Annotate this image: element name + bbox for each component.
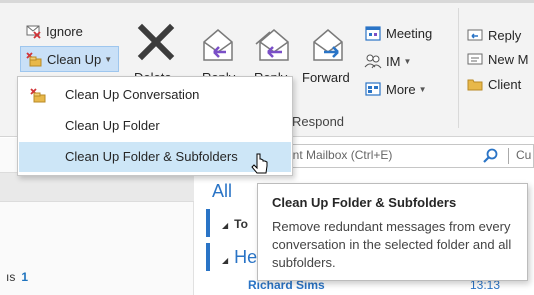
ribbon-top-border [0,0,534,3]
quickstep-new[interactable]: New M [466,50,528,68]
reply-icon [466,26,484,44]
quickstep-reply-label: Reply [488,27,522,43]
meeting-label: Meeting [386,25,433,41]
tab-all[interactable]: All [212,181,232,202]
im-label: IM [386,53,401,69]
tooltip-body: Remove redundant messages from every con… [272,219,512,270]
menu-item-label: Clean Up Conversation [65,87,200,102]
delete-icon [136,22,176,65]
folder-item[interactable]: ıs 1 [6,270,28,284]
meeting-button[interactable]: Meeting [364,24,432,42]
ignore-label: Ignore [46,23,83,39]
group-header[interactable]: ◢ He [222,247,257,268]
menu-item-cleanup-folder[interactable]: Clean Up Folder [19,111,291,141]
ignore-button[interactable]: Ignore [24,22,83,40]
im-button[interactable]: IM ▼ [364,52,411,70]
forward-button[interactable]: Forward [300,10,358,90]
search-divider [508,148,509,164]
quickstep-client-label: Client [488,76,522,92]
expand-icon: ◢ [222,221,229,230]
ignore-icon [24,22,42,40]
chevron-down-icon: ▼ [104,54,113,64]
group-label: He [234,247,258,267]
more-button[interactable]: More ▼ [364,80,427,98]
group-accent-bar [206,209,210,237]
search-icon[interactable] [482,147,500,165]
search-placeholder: ent Mailbox (Ctrl+E) [286,148,393,162]
quickstep-new-label: New M [488,51,529,67]
mouse-cursor-icon [251,152,271,178]
chevron-down-icon: ▼ [403,56,412,66]
expand-icon: ◢ [222,256,229,265]
search-scope-dropdown[interactable]: Cu [516,148,531,162]
menu-item-label: Clean Up Folder [65,118,160,133]
quickstep-reply[interactable]: Reply [466,26,521,44]
group-accent-bar [206,243,210,271]
respond-group-label: Respond [292,114,345,129]
folder-item-label: ıs [6,270,16,284]
im-icon [364,52,382,70]
reply-all-icon [252,26,292,67]
more-label: More [386,81,416,97]
menu-item-cleanup-conversation[interactable]: Clean Up Conversation [19,80,291,110]
meeting-icon [364,24,382,42]
group-header-today[interactable]: ◢ To [222,217,248,231]
tooltip-title: Clean Up Folder & Subfolders [272,195,457,210]
chevron-down-icon: ▼ [418,84,427,94]
forward-icon [310,26,350,67]
menu-item-label: Clean Up Folder & Subfolders [65,149,238,164]
group-divider [458,8,459,128]
email-icon [466,50,484,68]
folder-icon [466,75,484,93]
cleanup-label: Clean Up [47,51,102,67]
reply-icon [200,26,240,67]
tooltip: Clean Up Folder & Subfolders Remove redu… [257,183,528,281]
more-icon [364,80,382,98]
unread-count-badge: 1 [21,270,29,284]
quickstep-client[interactable]: Client [466,75,521,93]
forward-label: Forward [302,70,350,85]
group-label: To [234,217,248,231]
folder-pane-header [0,172,194,202]
cleanup-button[interactable]: Clean Up ▼ [20,46,120,72]
cleanup-icon [25,50,43,68]
cleanup-icon [29,86,47,104]
